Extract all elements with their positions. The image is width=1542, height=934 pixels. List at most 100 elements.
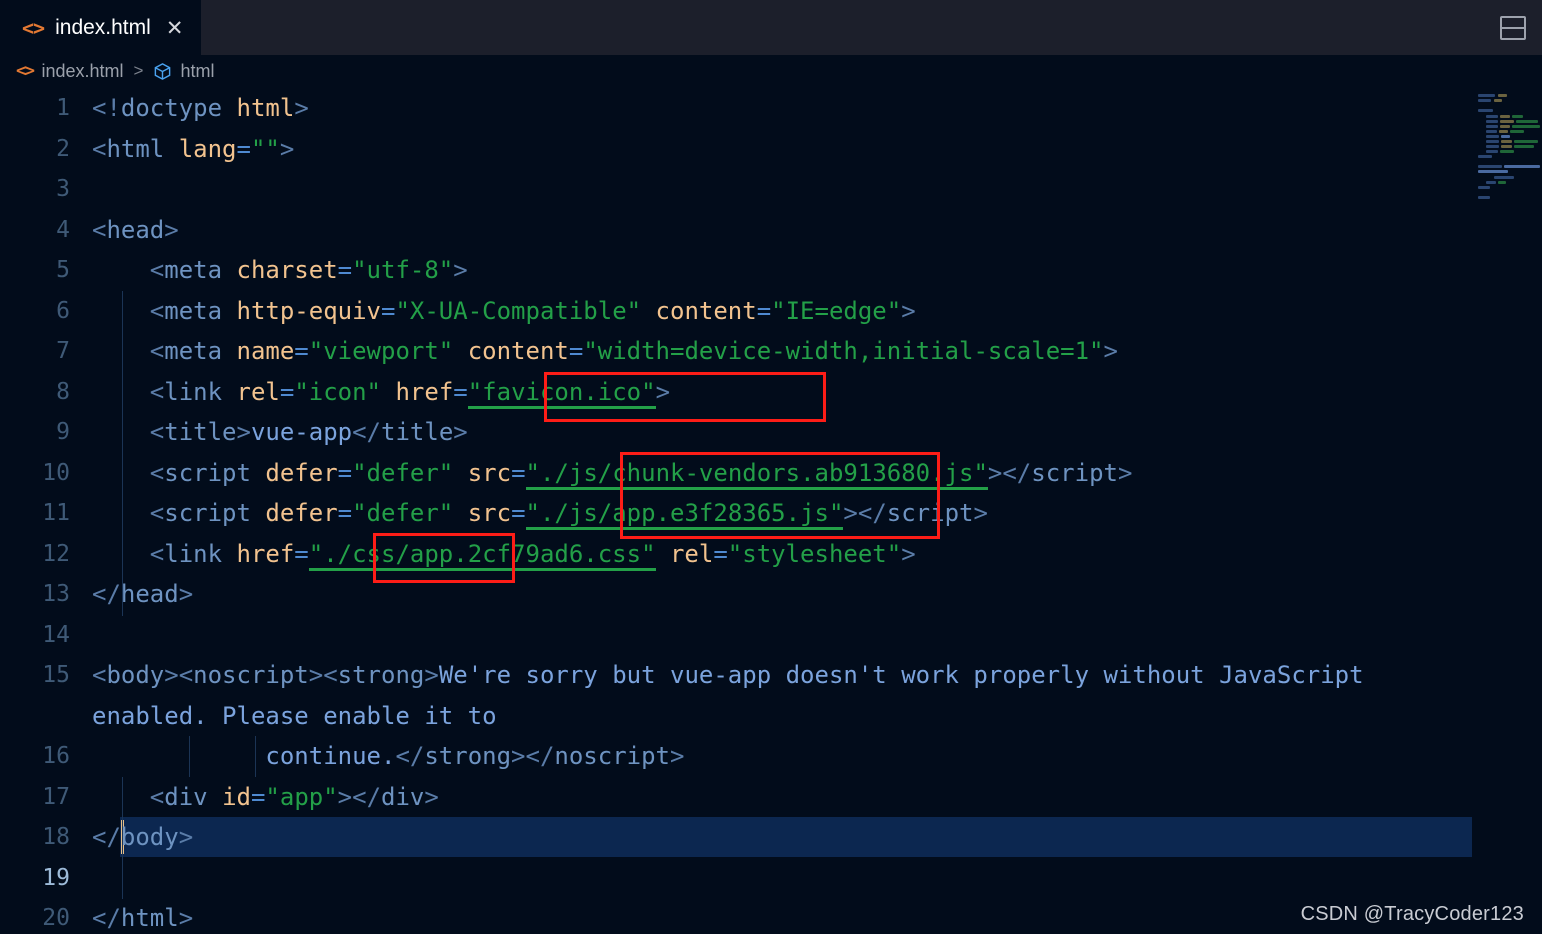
minimap-row <box>1500 120 1514 123</box>
line-content[interactable]: <div id="app"></div> <box>92 777 439 818</box>
code-line: 5 <meta charset="utf-8"> <box>0 250 1542 291</box>
tab-bar-actions <box>1500 0 1542 55</box>
html-file-icon: <> <box>22 16 45 40</box>
minimap-row <box>1486 145 1499 148</box>
breadcrumb-file[interactable]: index.html <box>41 61 123 82</box>
minimap-row <box>1486 120 1498 123</box>
minimap-row <box>1500 150 1514 153</box>
minimap-row <box>1501 145 1512 148</box>
line-content[interactable]: </head> <box>92 574 193 615</box>
minimap-row <box>1478 165 1502 168</box>
code-line: 16 continue.</strong></noscript> <box>0 736 1542 777</box>
tab-index-html[interactable]: <> index.html ✕ <box>0 0 202 55</box>
line-content[interactable]: <script defer="defer" src="./js/app.e3f2… <box>92 493 988 534</box>
code-line: 4 <head> <box>0 210 1542 251</box>
line-content[interactable]: <link rel="icon" href="favicon.ico"> <box>92 372 670 413</box>
line-content[interactable]: </body> <box>92 817 193 858</box>
line-number: 3 <box>56 176 70 203</box>
line-content[interactable]: <meta name="viewport" content="width=dev… <box>92 331 1118 372</box>
minimap-row <box>1501 135 1510 138</box>
line-content[interactable]: <!doctype html> <box>92 88 309 129</box>
minimap-row <box>1514 140 1538 143</box>
minimap-row <box>1498 181 1506 184</box>
code-line: 8 <link rel="icon" href="favicon.ico"> <box>0 372 1542 413</box>
minimap-row <box>1494 99 1502 102</box>
line-content[interactable]: <body><noscript><strong>We're sorry but … <box>92 655 1432 736</box>
breadcrumb: <> index.html > html <box>0 55 1542 87</box>
line-number: 2 <box>56 135 70 162</box>
line-content[interactable]: <script defer="defer" src="./js/chunk-ve… <box>92 453 1132 494</box>
code-line: 14 <box>0 615 1542 656</box>
html-file-icon: <> <box>16 61 35 81</box>
minimap-row <box>1500 115 1510 118</box>
minimap-row <box>1478 94 1495 97</box>
minimap-row <box>1478 155 1492 158</box>
line-content[interactable]: <html lang=""> <box>92 129 294 170</box>
editor-tab-bar: <> index.html ✕ <box>0 0 1542 55</box>
minimap-row <box>1486 125 1498 128</box>
vscode-window: <> index.html ✕ <> index.html > html 1 <… <box>0 0 1542 934</box>
line-content[interactable]: <link href="./css/app.2cf79ad6.css" rel=… <box>92 534 916 575</box>
minimap-row <box>1500 125 1510 128</box>
app-css-link: "./css/app.2cf79ad6.css" <box>308 539 656 571</box>
minimap-row <box>1478 109 1493 112</box>
minimap-row <box>1514 145 1534 148</box>
minimap-row <box>1516 120 1538 123</box>
line-number: 5 <box>56 257 70 284</box>
code-line: 18 </body> <box>0 817 1542 858</box>
code-line: 2 <html lang=""> <box>0 129 1542 170</box>
minimap-row <box>1498 94 1507 97</box>
line-number: 4 <box>56 216 70 243</box>
code-line: 13 </head> <box>0 574 1542 615</box>
chunk-vendors-link: "./js/chunk-vendors.ab913680.js" <box>525 458 988 490</box>
code-line: 3 <box>0 169 1542 210</box>
minimap-row <box>1478 186 1490 189</box>
minimap-row <box>1486 130 1497 133</box>
tab-label: index.html <box>55 16 151 39</box>
minimap-row <box>1478 99 1491 102</box>
code-lines: 1 <!doctype html> 2 <html lang=""> 3 4 <… <box>0 88 1542 934</box>
line-content[interactable]: <title>vue-app</title> <box>92 412 468 453</box>
minimap-row <box>1512 125 1540 128</box>
line-content[interactable]: <head> <box>92 210 179 251</box>
split-editor-layout-icon[interactable] <box>1500 15 1526 40</box>
minimap-row <box>1486 181 1496 184</box>
minimap-row <box>1494 176 1514 179</box>
line-number: 15 <box>42 662 70 688</box>
minimap[interactable] <box>1472 88 1542 934</box>
line-number: 13 <box>42 581 70 608</box>
line-content[interactable]: <meta http-equiv="X-UA-Compatible" conte… <box>92 291 916 332</box>
line-number: 17 <box>42 783 70 810</box>
line-number: 9 <box>56 419 70 446</box>
code-line: 7 <meta name="viewport" content="width=d… <box>0 331 1542 372</box>
minimap-row <box>1478 170 1508 173</box>
minimap-row <box>1512 115 1523 118</box>
line-number: 1 <box>56 95 70 122</box>
minimap-row <box>1486 140 1499 143</box>
line-number: 7 <box>56 338 70 365</box>
code-line: 10 <script defer="defer" src="./js/chunk… <box>0 453 1542 494</box>
code-line: 1 <!doctype html> <box>0 88 1542 129</box>
line-number: 11 <box>42 500 70 527</box>
line-number: 12 <box>42 540 70 567</box>
minimap-row <box>1478 196 1490 199</box>
close-icon[interactable]: ✕ <box>162 18 184 39</box>
minimap-row <box>1504 165 1540 168</box>
line-number: 19 <box>42 864 70 891</box>
line-content[interactable]: </html> <box>92 898 193 934</box>
line-number: 20 <box>42 905 70 932</box>
line-number: 14 <box>42 621 70 648</box>
code-line: 12 <link href="./css/app.2cf79ad6.css" r… <box>0 534 1542 575</box>
code-line: 15 <body><noscript><strong>We're sorry b… <box>0 655 1542 736</box>
minimap-row <box>1486 135 1499 138</box>
line-content[interactable]: continue.</strong></noscript> <box>92 736 684 777</box>
code-editor[interactable]: 1 <!doctype html> 2 <html lang=""> 3 4 <… <box>0 88 1542 934</box>
breadcrumb-symbol[interactable]: html <box>180 61 214 82</box>
minimap-row <box>1510 130 1524 133</box>
minimap-row <box>1501 140 1512 143</box>
line-number: 10 <box>42 459 70 486</box>
line-number: 16 <box>42 743 70 770</box>
favicon-link: "favicon.ico" <box>467 377 656 409</box>
line-content[interactable]: <meta charset="utf-8"> <box>92 250 468 291</box>
code-line: 9 <title>vue-app</title> <box>0 412 1542 453</box>
